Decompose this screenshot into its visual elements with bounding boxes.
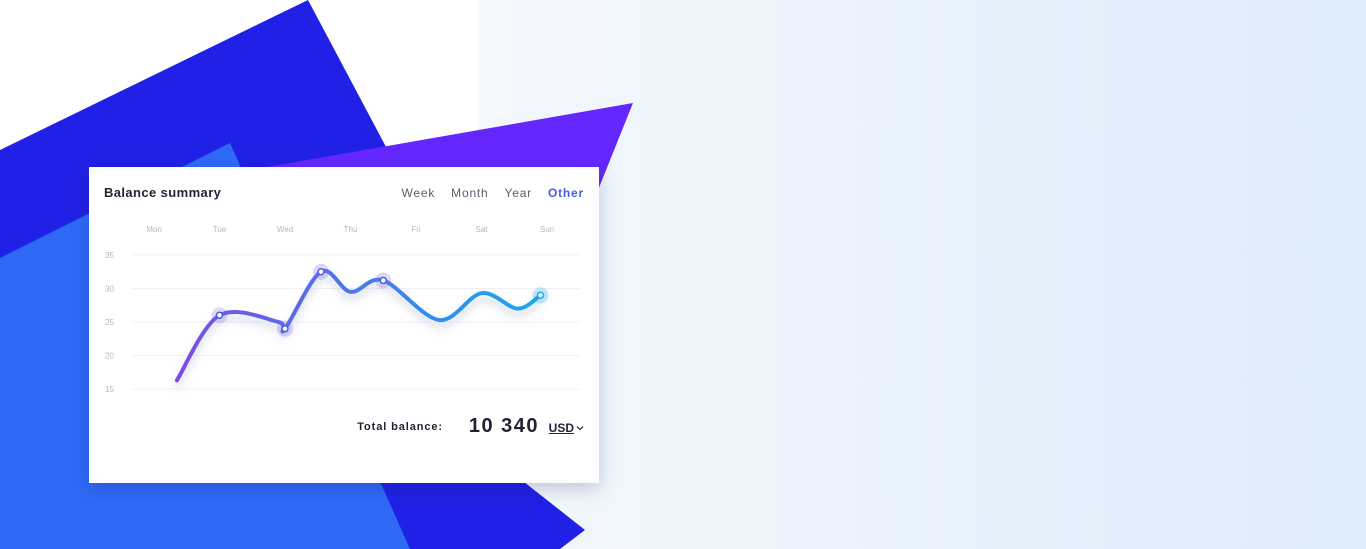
tab-week[interactable]: Week xyxy=(402,186,436,200)
y-tick-label: 25 xyxy=(105,318,114,327)
period-tabs: Week Month Year Other xyxy=(386,186,585,200)
x-tick-label: Tue xyxy=(213,225,227,234)
total-balance-row: Total balance: 10 340 USD xyxy=(89,415,599,447)
data-point xyxy=(536,291,545,299)
tab-year[interactable]: Year xyxy=(505,186,532,200)
x-tick-label: Sun xyxy=(540,225,554,234)
card-title: Balance summary xyxy=(104,185,222,200)
x-tick-label: Fri xyxy=(411,225,421,234)
data-point xyxy=(379,276,387,285)
y-tick-label: 35 xyxy=(105,251,114,260)
x-tick-label: Mon xyxy=(146,225,162,234)
tab-month[interactable]: Month xyxy=(451,186,488,200)
x-tick-label: Thu xyxy=(344,225,358,234)
series-line xyxy=(174,268,543,383)
data-point xyxy=(317,268,325,276)
y-tick-label: 20 xyxy=(105,352,114,361)
y-tick-label: 30 xyxy=(105,285,114,294)
data-point xyxy=(215,311,224,320)
data-point xyxy=(281,324,289,333)
total-balance-value: 10 340 xyxy=(468,415,539,437)
currency-dropdown[interactable]: USD xyxy=(549,421,584,435)
balance-line-chart: Mon Tue Wed Thu Fri Sat Sun 35 30 25 20 15 xyxy=(105,225,580,394)
currency-label: USD xyxy=(548,421,574,435)
x-tick-label: Sat xyxy=(475,225,488,234)
y-tick-label: 15 xyxy=(105,385,114,394)
balance-summary-card: Balance summary Week Month Year Other Mo… xyxy=(89,167,599,483)
tab-other[interactable]: Other xyxy=(548,186,584,200)
chevron-down-icon xyxy=(576,426,584,431)
x-tick-label: Wed xyxy=(277,225,293,234)
total-balance-label: Total balance: xyxy=(357,421,443,433)
